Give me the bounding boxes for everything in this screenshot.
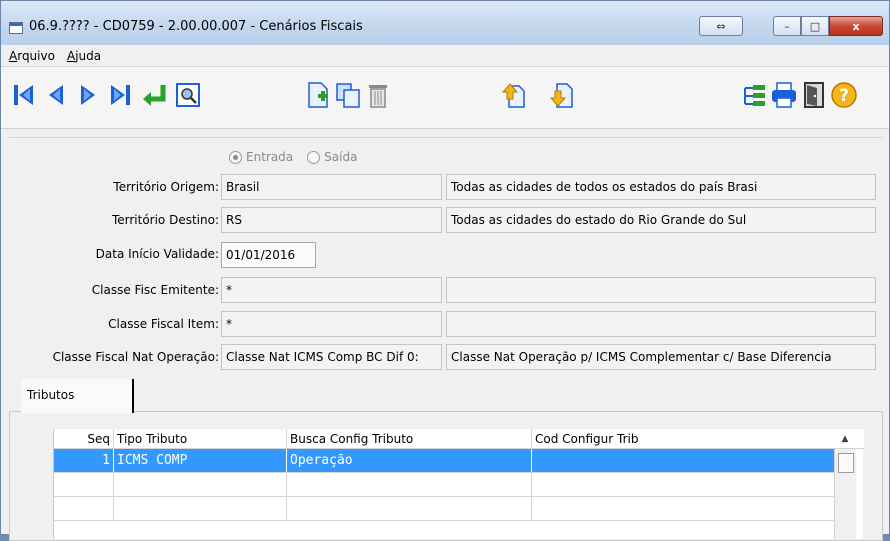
help-icon[interactable]: ? bbox=[829, 79, 859, 111]
cell-seq[interactable]: 1 bbox=[54, 449, 114, 472]
classe-item-field[interactable]: * bbox=[221, 311, 442, 337]
maximize-button[interactable]: □ bbox=[801, 16, 829, 36]
search-icon[interactable] bbox=[173, 79, 203, 111]
col-seq[interactable]: Seq bbox=[54, 429, 114, 448]
export-icon[interactable] bbox=[547, 79, 577, 111]
title-bar: 06.9.???? - CD0759 - 2.00.00.007 - Cenár… bbox=[1, 1, 889, 45]
scroll-up-button[interactable]: ▲ bbox=[834, 429, 856, 449]
label-classe-emitente: Classe Fisc Emitente: bbox=[91, 283, 219, 297]
classe-item-desc bbox=[446, 311, 876, 337]
radio-saida-label: Saída bbox=[324, 150, 358, 164]
svg-text:?: ? bbox=[839, 86, 849, 106]
col-tipo-tributo[interactable]: Tipo Tributo bbox=[114, 429, 287, 448]
import-icon[interactable] bbox=[499, 79, 529, 111]
close-button[interactable]: x bbox=[829, 16, 883, 36]
last-record-icon[interactable] bbox=[105, 79, 135, 111]
classe-nat-desc: Classe Nat Operação p/ ICMS Complementar… bbox=[446, 344, 876, 370]
form-panel: Entrada Saída Território Origem: Brasil … bbox=[9, 137, 883, 375]
window-title: 06.9.???? - CD0759 - 2.00.00.007 - Cenár… bbox=[29, 19, 363, 34]
menu-arquivo-accel: A bbox=[9, 49, 18, 63]
app-window: 06.9.???? - CD0759 - 2.00.00.007 - Cenár… bbox=[0, 0, 890, 541]
territorio-origem-field[interactable]: Brasil bbox=[221, 174, 442, 200]
vertical-scrollbar[interactable] bbox=[834, 449, 856, 539]
label-territorio-destino: Território Destino: bbox=[111, 213, 219, 227]
direction-radio-group: Entrada Saída bbox=[229, 150, 357, 164]
territorio-origem-desc: Todas as cidades de todos os estados do … bbox=[446, 174, 876, 200]
tabs-panel: Tributos Seq Tipo Tributo Busca Config T… bbox=[9, 379, 883, 541]
row-classe-item: Classe Fiscal Item: bbox=[9, 317, 219, 337]
classe-nat-field[interactable]: Classe Nat ICMS Comp BC Dif 0: bbox=[221, 344, 442, 370]
territorio-destino-desc: Todas as cidades do estado do Rio Grande… bbox=[446, 207, 876, 233]
cell-empty[interactable] bbox=[114, 473, 287, 496]
data-inicio-field[interactable]: 01/01/2016 bbox=[221, 242, 316, 268]
scroll-thumb[interactable] bbox=[838, 453, 854, 473]
row-territorio-origem: Território Origem: bbox=[9, 180, 219, 200]
menu-ajuda[interactable]: Ajuda bbox=[67, 49, 101, 63]
label-classe-nat: Classe Fiscal Nat Operação: bbox=[52, 350, 219, 364]
menu-ajuda-accel: A bbox=[67, 49, 76, 63]
col-cod-configur[interactable]: Cod Configur Trib bbox=[532, 429, 834, 448]
next-record-icon[interactable] bbox=[73, 79, 103, 111]
cell-empty[interactable] bbox=[54, 473, 114, 496]
prev-record-icon[interactable] bbox=[41, 79, 71, 111]
table-row[interactable]: 1 ICMS COMP Operação bbox=[54, 449, 834, 473]
goto-icon[interactable] bbox=[139, 79, 169, 111]
menu-ajuda-label: juda bbox=[75, 49, 102, 63]
menu-arquivo-label: rquivo bbox=[17, 49, 55, 63]
label-territorio-origem: Território Origem: bbox=[113, 180, 219, 194]
delete-icon[interactable] bbox=[363, 79, 393, 111]
row-territorio-destino: Território Destino: bbox=[9, 213, 219, 233]
radio-entrada-dot bbox=[229, 150, 242, 164]
col-busca-config[interactable]: Busca Config Tributo bbox=[287, 429, 532, 448]
radio-saida-dot bbox=[307, 150, 321, 164]
cell-empty[interactable] bbox=[287, 497, 532, 520]
grid-header: Seq Tipo Tributo Busca Config Tributo Co… bbox=[54, 429, 864, 449]
menu-arquivo[interactable]: Arquivo bbox=[9, 49, 55, 63]
radio-entrada[interactable]: Entrada bbox=[229, 150, 293, 164]
first-record-icon[interactable] bbox=[9, 79, 39, 111]
tributos-grid: Seq Tipo Tributo Busca Config Tributo Co… bbox=[53, 429, 864, 539]
classe-emitente-field[interactable]: * bbox=[221, 277, 442, 303]
territorio-destino-field[interactable]: RS bbox=[221, 207, 442, 233]
exit-icon[interactable] bbox=[799, 79, 829, 111]
cell-tipo[interactable]: ICMS COMP bbox=[114, 449, 287, 472]
row-data-inicio: Data Início Validade: bbox=[9, 247, 219, 267]
label-data-inicio: Data Início Validade: bbox=[95, 247, 219, 261]
tree-icon[interactable] bbox=[739, 79, 769, 111]
radio-entrada-label: Entrada bbox=[246, 150, 294, 164]
cell-cod[interactable] bbox=[532, 449, 834, 472]
app-icon bbox=[9, 22, 23, 34]
row-classe-nat: Classe Fiscal Nat Operação: bbox=[9, 350, 219, 370]
menu-bar: Arquivo Ajuda bbox=[1, 45, 889, 67]
print-icon[interactable] bbox=[769, 79, 799, 111]
toolbar: ? bbox=[1, 67, 889, 129]
cell-empty[interactable] bbox=[114, 497, 287, 520]
label-classe-item: Classe Fiscal Item: bbox=[108, 317, 219, 331]
table-row[interactable] bbox=[54, 473, 834, 497]
tab-tributos[interactable]: Tributos bbox=[21, 379, 134, 413]
cell-empty[interactable] bbox=[287, 473, 532, 496]
copy-icon[interactable] bbox=[333, 79, 363, 111]
table-row[interactable] bbox=[54, 497, 834, 521]
classe-emitente-desc bbox=[446, 277, 876, 303]
radio-saida[interactable]: Saída bbox=[307, 150, 357, 164]
resize-button[interactable]: ⇔ bbox=[699, 16, 743, 36]
cell-busca[interactable]: Operação bbox=[287, 449, 532, 472]
minimize-button[interactable]: – bbox=[773, 16, 801, 36]
new-icon[interactable] bbox=[303, 79, 333, 111]
cell-empty[interactable] bbox=[54, 497, 114, 520]
row-classe-emitente: Classe Fisc Emitente: bbox=[9, 283, 219, 303]
